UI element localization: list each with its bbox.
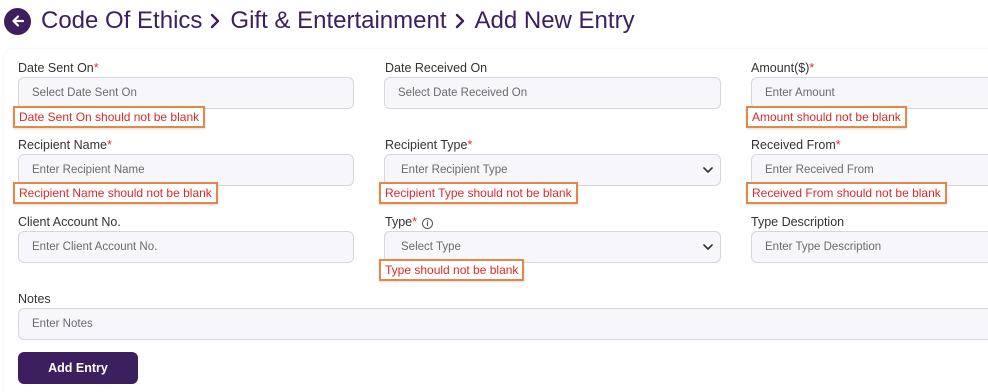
received-from-error: Received From should not be blank bbox=[746, 182, 947, 204]
chevron-right-icon bbox=[209, 12, 221, 30]
recipient-name-error: Recipient Name should not be blank bbox=[13, 182, 218, 204]
info-icon[interactable]: i bbox=[421, 218, 433, 229]
notes-input[interactable]: Enter Notes bbox=[18, 308, 988, 340]
date-received-on-input[interactable]: Select Date Received On bbox=[384, 77, 721, 109]
breadcrumb-item-gift-entertainment[interactable]: Gift & Entertainment bbox=[230, 6, 446, 36]
date-received-on-label: Date Received On bbox=[385, 61, 488, 75]
chevron-down-icon bbox=[703, 167, 713, 173]
amount-label: Amount($)* bbox=[751, 61, 815, 75]
amount-error: Amount should not be blank bbox=[746, 106, 907, 128]
client-account-input[interactable]: Enter Client Account No. bbox=[18, 231, 354, 263]
type-description-input[interactable]: Enter Type Description bbox=[751, 231, 988, 263]
chevron-down-icon bbox=[703, 244, 713, 250]
amount-input[interactable]: Enter Amount bbox=[751, 77, 988, 109]
type-error: Type should not be blank bbox=[379, 259, 525, 281]
notes-label: Notes bbox=[18, 292, 51, 306]
type-label: Type* i bbox=[385, 214, 433, 230]
date-sent-on-label: Date Sent On* bbox=[18, 61, 99, 75]
arrow-left-icon bbox=[11, 15, 24, 27]
date-sent-on-error: Date Sent On should not be blank bbox=[13, 106, 206, 128]
breadcrumb-item-code-of-ethics[interactable]: Code Of Ethics bbox=[41, 6, 202, 36]
back-button[interactable] bbox=[4, 7, 31, 35]
type-description-label: Type Description bbox=[751, 215, 845, 229]
chevron-right-icon bbox=[454, 12, 466, 30]
recipient-type-label: Recipient Type* bbox=[385, 138, 473, 152]
page: Code Of Ethics Gift & Entertainment Add … bbox=[0, 0, 988, 392]
recipient-name-label: Recipient Name* bbox=[18, 138, 112, 152]
breadcrumb: Code Of Ethics Gift & Entertainment Add … bbox=[4, 4, 635, 38]
type-selected: Select Type bbox=[401, 241, 461, 253]
page-title: Add New Entry bbox=[474, 7, 635, 34]
client-account-label: Client Account No. bbox=[18, 215, 121, 229]
received-from-label: Received From* bbox=[751, 138, 841, 152]
date-sent-on-input[interactable]: Select Date Sent On bbox=[18, 77, 354, 109]
recipient-type-selected: Enter Recipient Type bbox=[401, 164, 508, 176]
recipient-type-error: Recipient Type should not be blank bbox=[379, 182, 578, 204]
add-entry-button[interactable]: Add Entry bbox=[18, 352, 138, 384]
